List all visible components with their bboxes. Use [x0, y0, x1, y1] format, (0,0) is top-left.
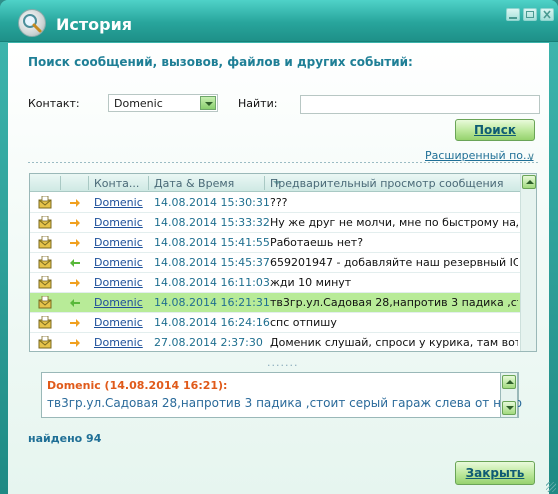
incoming-arrow-icon [70, 299, 80, 307]
close-icon [543, 10, 551, 19]
row-preview: жди 10 минут [270, 276, 352, 289]
table-row[interactable]: Domenic 14.08.2014 15:45:37 659201947 - до… [30, 253, 520, 273]
table-row[interactable]: Domenic 14.08.2014 16:21:31 тв3гр.ул.Садов… [30, 293, 520, 313]
message-envelope-icon [38, 316, 52, 329]
search-button[interactable]: Поиск [455, 119, 535, 141]
row-preview: Ну же друг не молчи, мне по быстрому над… [270, 216, 518, 229]
magnifier-icon [18, 9, 46, 37]
resize-grip[interactable] [546, 482, 556, 492]
outgoing-arrow-icon [70, 319, 80, 327]
history-table[interactable]: Конта... Дата & Время Предварительный пр… [29, 173, 537, 352]
message-envelope-icon [38, 276, 52, 289]
maximize-button[interactable] [523, 8, 537, 21]
row-contact[interactable]: Domenic [94, 336, 143, 349]
row-contact[interactable]: Domenic [94, 196, 143, 209]
preview-text: тв3гр.ул.Садовая 28,напротив 3 падика ,с… [47, 396, 522, 410]
row-datetime: 14.08.2014 15:41:55 [154, 236, 270, 249]
row-datetime: 14.08.2014 15:45:37 [154, 256, 270, 269]
advanced-search-link[interactable]: Расширенный по... [425, 149, 534, 162]
row-contact[interactable]: Domenic [94, 316, 143, 329]
table-row[interactable]: Domenic 14.08.2014 16:11:03 жди 10 минут [30, 273, 520, 293]
row-datetime: 27.08.2014 2:37:30 [154, 336, 263, 349]
window-title: История [56, 15, 133, 34]
row-datetime: 14.08.2014 16:11:03 [154, 276, 270, 289]
row-preview: спс отпишу [270, 316, 337, 329]
table-header: Конта... Дата & Время Предварительный пр… [30, 174, 536, 192]
close-window-button[interactable] [540, 8, 554, 21]
incoming-arrow-icon [70, 259, 80, 267]
table-row[interactable]: Domenic 14.08.2014 15:30:31??? [30, 193, 520, 213]
column-header-contact[interactable]: Конта... [94, 177, 139, 190]
message-preview: Domenic (14.08.2014 16:21): тв3гр.ул.Сад… [41, 372, 522, 418]
divider [28, 162, 540, 163]
message-envelope-icon [38, 296, 52, 309]
row-datetime: 14.08.2014 16:24:16 [154, 316, 270, 329]
row-contact[interactable]: Domenic [94, 216, 143, 229]
contact-select[interactable]: Domenic [108, 94, 218, 112]
outgoing-arrow-icon [70, 279, 80, 287]
row-contact[interactable]: Domenic [94, 236, 143, 249]
row-preview: Работаешь нет? [270, 236, 364, 249]
preview-scroll-up-button[interactable] [502, 375, 516, 389]
row-contact[interactable]: Domenic [94, 256, 143, 269]
preview-scrollbar[interactable] [500, 372, 518, 418]
table-row[interactable]: Domenic 14.08.2014 15:41:55 Работаешь нет? [30, 233, 520, 253]
contact-select-value: Domenic [114, 97, 163, 110]
row-contact[interactable]: Domenic [94, 296, 143, 309]
row-preview: ??? [270, 196, 288, 209]
preview-scroll-down-button[interactable] [502, 401, 516, 415]
table-scrollbar[interactable] [520, 174, 536, 351]
message-envelope-icon [38, 236, 52, 249]
title-bar[interactable]: История [0, 0, 558, 42]
table-row[interactable]: Domenic 14.08.2014 16:24:16 спс отпишу [30, 313, 520, 333]
search-heading: Поиск сообщений, вызовов, файлов и други… [28, 55, 413, 69]
column-header-datetime[interactable]: Дата & Время [154, 177, 234, 190]
column-separator [148, 176, 149, 190]
outgoing-arrow-icon [70, 239, 80, 247]
outgoing-arrow-icon [70, 199, 80, 207]
table-row[interactable]: Domenic 14.08.2014 15:33:32 Ну же друг не … [30, 213, 520, 233]
found-count: найдено 94 [28, 432, 102, 445]
column-separator [264, 176, 265, 190]
row-preview: Доменик слушай, спроси у курика, там вот… [270, 336, 518, 349]
table-row[interactable]: Domenic 27.08.2014 2:37:30 Доменик слушай,… [30, 333, 520, 351]
row-datetime: 14.08.2014 16:21:31 [154, 296, 270, 309]
splitter-handle[interactable] [29, 356, 537, 370]
column-separator [60, 176, 61, 190]
row-datetime: 14.08.2014 15:33:32 [154, 216, 270, 229]
outgoing-arrow-icon [70, 339, 80, 347]
outgoing-arrow-icon [70, 219, 80, 227]
message-envelope-icon [38, 196, 52, 209]
row-datetime: 14.08.2014 15:30:31 [154, 196, 270, 209]
message-envelope-icon [38, 256, 52, 269]
message-envelope-icon [38, 336, 52, 349]
row-preview: тв3гр.ул.Садовая 28,напротив 3 падика ,с… [270, 296, 518, 309]
message-envelope-icon [38, 216, 52, 229]
column-separator [88, 176, 89, 190]
find-input[interactable] [300, 95, 540, 114]
scroll-up-button[interactable] [522, 175, 536, 189]
column-header-preview[interactable]: Предварительный просмотр сообщения [270, 177, 503, 190]
find-label: Найти: [238, 97, 278, 110]
minimize-button[interactable] [506, 8, 520, 21]
contact-label: Контакт: [28, 97, 80, 110]
preview-header: Domenic (14.08.2014 16:21): [47, 379, 228, 392]
row-contact[interactable]: Domenic [94, 276, 143, 289]
close-button[interactable]: Закрыть [455, 461, 535, 485]
chevron-down-icon[interactable] [200, 96, 216, 110]
row-preview: 659201947 - добавляйте наш резервный ICQ… [270, 256, 518, 269]
history-window: История Поиск сообщений, вызовов, файлов… [0, 0, 558, 494]
